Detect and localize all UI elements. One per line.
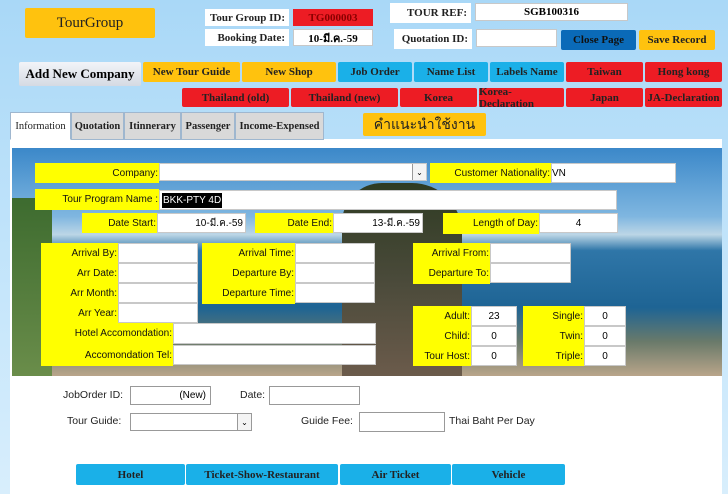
new-shop-button[interactable]: New Shop bbox=[242, 62, 336, 82]
tab-itinerary[interactable]: Itinnerary bbox=[124, 112, 181, 140]
hotel-tel-label: Accomondation Tel: bbox=[41, 344, 173, 366]
company-combo[interactable]: ⌄ bbox=[159, 163, 427, 181]
taiwan-button[interactable]: Taiwan bbox=[566, 62, 643, 82]
single-label: Single: bbox=[523, 306, 584, 326]
guide-fee-input[interactable] bbox=[359, 412, 445, 432]
hotel-tel-input[interactable] bbox=[173, 345, 376, 365]
arrival-from-label: Arrival From: bbox=[413, 243, 490, 263]
program-value: BKK-PTY 4D bbox=[162, 192, 223, 208]
arrival-time-label: Arrival Time: bbox=[202, 243, 295, 263]
departure-to-input[interactable] bbox=[490, 263, 571, 283]
japan-button[interactable]: Japan bbox=[566, 88, 643, 107]
date-end-label: Date End: bbox=[255, 213, 333, 233]
job-order-button[interactable]: Job Order bbox=[338, 62, 412, 82]
tour-host-input[interactable]: 0 bbox=[471, 346, 517, 366]
thailand-old-button[interactable]: Thailand (old) bbox=[182, 88, 289, 107]
ticket-show-restaurant-button[interactable]: Ticket-Show-Restaurant bbox=[186, 464, 338, 485]
hotel-label: Hotel Accomondation: bbox=[41, 323, 173, 344]
hong-kong-button[interactable]: Hong kong bbox=[645, 62, 722, 82]
help-button[interactable]: คำแนะนำใช้งาน bbox=[363, 113, 486, 136]
tour-guide-combo[interactable]: ⌄ bbox=[130, 413, 252, 431]
guide-fee-unit: Thai Baht Per Day bbox=[449, 415, 535, 427]
child-input[interactable]: 0 bbox=[471, 326, 517, 346]
hotel-button[interactable]: Hotel bbox=[76, 464, 185, 485]
tab-income-expensed[interactable]: Income-Expensed bbox=[235, 112, 324, 140]
add-new-company-button[interactable]: Add New Company bbox=[19, 62, 141, 86]
adult-input[interactable]: 23 bbox=[471, 306, 517, 326]
arrival-from-input[interactable] bbox=[490, 243, 571, 263]
quotation-id-label: Quotation ID: bbox=[394, 29, 472, 49]
arr-year-input[interactable] bbox=[118, 303, 198, 323]
job-date-input[interactable] bbox=[269, 386, 360, 405]
korea-button[interactable]: Korea bbox=[400, 88, 477, 107]
departure-to-label: Departure To: bbox=[413, 263, 490, 284]
triple-input[interactable]: 0 bbox=[584, 346, 626, 366]
booking-date-value: 10-มี.ค.-59 bbox=[293, 29, 373, 46]
chevron-down-icon[interactable]: ⌄ bbox=[237, 414, 251, 430]
arr-month-input[interactable] bbox=[118, 283, 198, 303]
tab-quotation[interactable]: Quotation bbox=[71, 112, 124, 140]
arrival-time-input[interactable] bbox=[295, 243, 375, 263]
arrival-by-input[interactable] bbox=[118, 243, 198, 263]
tour-group-id-value: TG000003 bbox=[293, 9, 373, 26]
date-end-input[interactable]: 13-มี.ค.-59 bbox=[333, 213, 423, 233]
job-date-label: Date: bbox=[240, 389, 266, 401]
arr-date-label: Arr Date: bbox=[41, 263, 118, 283]
tour-ref-label: TOUR REF: bbox=[390, 3, 471, 23]
twin-label: Twin: bbox=[523, 326, 584, 346]
length-input[interactable]: 4 bbox=[539, 213, 618, 233]
close-page-button[interactable]: Close Page bbox=[561, 30, 636, 50]
hotel-input[interactable] bbox=[173, 323, 376, 344]
new-tour-guide-button[interactable]: New Tour Guide bbox=[143, 62, 240, 82]
arrival-by-label: Arrival By: bbox=[41, 243, 118, 263]
adult-label: Adult: bbox=[413, 306, 471, 326]
arr-month-label: Arr Month: bbox=[41, 283, 118, 303]
nationality-label: Customer Nationality: bbox=[430, 163, 551, 183]
tab-information[interactable]: Information bbox=[10, 112, 71, 140]
thailand-new-button[interactable]: Thailand (new) bbox=[291, 88, 398, 107]
job-order-id-label: JobOrder ID: bbox=[63, 389, 124, 401]
tour-group-id-label: Tour Group ID: bbox=[205, 9, 289, 26]
departure-by-label: Departure By: bbox=[202, 263, 295, 283]
booking-date-label: Booking Date: bbox=[205, 29, 289, 46]
date-start-label: Date Start: bbox=[82, 213, 157, 233]
save-record-button[interactable]: Save Record bbox=[639, 30, 715, 50]
vehicle-button[interactable]: Vehicle bbox=[452, 464, 565, 485]
quotation-id-input[interactable] bbox=[476, 29, 557, 47]
tour-host-label: Tour Host: bbox=[413, 346, 471, 366]
tour-guide-label: Tour Guide: bbox=[67, 415, 122, 427]
korea-declaration-button[interactable]: Korea-Declaration bbox=[479, 86, 564, 110]
guide-fee-label: Guide Fee: bbox=[301, 415, 353, 427]
departure-by-input[interactable] bbox=[295, 263, 375, 283]
triple-label: Triple: bbox=[523, 346, 584, 366]
departure-time-label: Departure Time: bbox=[202, 283, 295, 304]
departure-time-input[interactable] bbox=[295, 283, 375, 303]
ja-declaration-button[interactable]: JA-Declaration bbox=[645, 88, 722, 107]
labels-name-button[interactable]: Labels Name bbox=[490, 62, 564, 82]
job-order-id-input[interactable]: (New) bbox=[130, 386, 211, 405]
tourgroup-button[interactable]: TourGroup bbox=[25, 8, 155, 38]
program-input[interactable]: BKK-PTY 4D bbox=[159, 190, 617, 210]
single-input[interactable]: 0 bbox=[584, 306, 626, 326]
company-label: Company: bbox=[35, 163, 159, 183]
length-label: Length of Day: bbox=[443, 213, 539, 234]
nationality-input[interactable]: VN bbox=[551, 163, 676, 183]
air-ticket-button[interactable]: Air Ticket bbox=[340, 464, 451, 485]
arr-date-input[interactable] bbox=[118, 263, 198, 283]
child-label: Child: bbox=[413, 326, 471, 346]
twin-input[interactable]: 0 bbox=[584, 326, 626, 346]
name-list-button[interactable]: Name List bbox=[414, 62, 488, 82]
tour-ref-input[interactable]: SGB100316 bbox=[475, 3, 628, 21]
tab-passenger[interactable]: Passenger bbox=[181, 112, 235, 140]
program-label: Tour Program Name : bbox=[35, 189, 159, 210]
arr-year-label: Arr Year: bbox=[41, 303, 118, 323]
chevron-down-icon[interactable]: ⌄ bbox=[412, 164, 426, 180]
date-start-input[interactable]: 10-มี.ค.-59 bbox=[157, 213, 246, 233]
